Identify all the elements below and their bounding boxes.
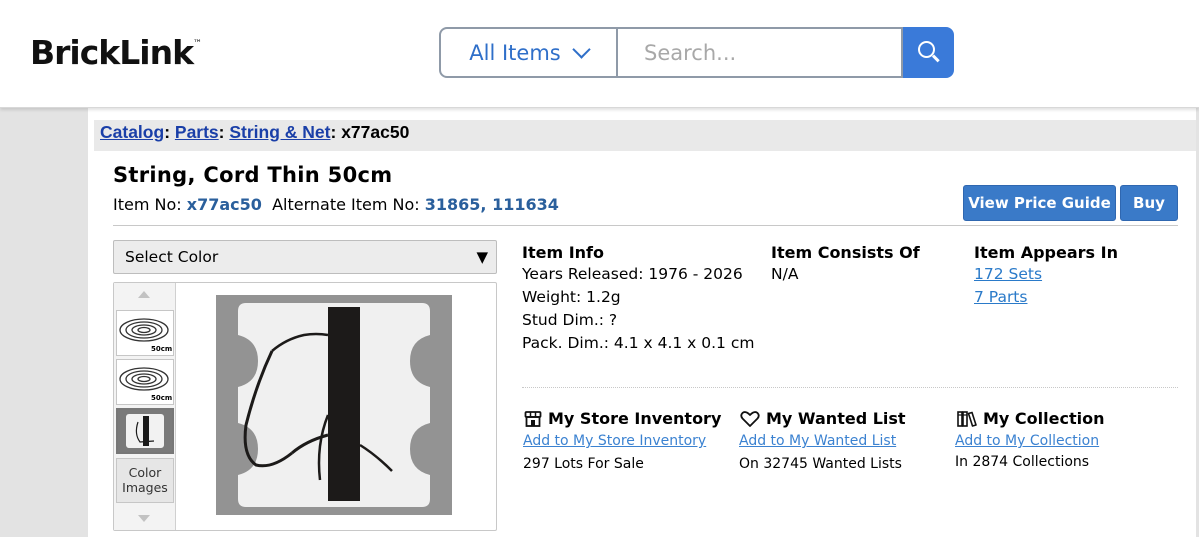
collection-heading: My Collection xyxy=(957,409,1104,428)
item-number-line: Item No: x77ac50 Alternate Item No: 3186… xyxy=(113,195,559,214)
coiled-string-icon: 50cm xyxy=(119,367,172,402)
item-no-label: Item No: xyxy=(113,195,182,214)
select-color-dropdown[interactable]: Select Color ▼ xyxy=(113,240,497,274)
collection-title: My Collection xyxy=(983,409,1105,428)
books-icon xyxy=(957,410,977,427)
thumbnail-2-caption: 50cm xyxy=(151,394,172,402)
add-to-collection-link[interactable]: Add to My Collection xyxy=(955,433,1099,449)
item-title: String, Cord Thin 50cm xyxy=(113,163,393,187)
search-input[interactable] xyxy=(618,27,903,78)
lots-for-sale: 297 Lots For Sale xyxy=(523,456,644,472)
store-inventory-title: My Store Inventory xyxy=(548,409,722,428)
alt-item-no-label: Alternate Item No: xyxy=(272,195,420,214)
divider xyxy=(113,225,1178,226)
alt-item-no-value[interactable]: 31865, 111634 xyxy=(425,195,559,214)
color-images-line1: Color xyxy=(128,465,162,480)
store-icon xyxy=(524,410,542,427)
bricklink-logo[interactable]: BrickLink™ xyxy=(30,33,202,72)
thumbnail-2[interactable]: 50cm xyxy=(116,359,174,405)
breadcrumb-parts-link[interactable]: Parts xyxy=(175,122,219,142)
pack-dimensions: Pack. Dim.: 4.1 x 4.1 x 0.1 cm xyxy=(522,334,755,352)
search-button[interactable] xyxy=(903,27,954,78)
breadcrumb: Catalog: Parts: String & Net: x77ac50 xyxy=(94,120,1196,151)
wanted-list-heading: My Wanted List xyxy=(740,409,906,428)
scroll-up-icon[interactable] xyxy=(138,291,150,298)
image-gallery: 50cm 50cm Color Images xyxy=(113,282,497,531)
search-icon-handle xyxy=(932,54,940,62)
logo-text: BrickLink xyxy=(30,33,194,72)
buy-button[interactable]: Buy xyxy=(1120,185,1178,221)
heart-icon xyxy=(740,410,760,427)
thumbnail-1[interactable]: 50cm xyxy=(116,310,174,356)
scroll-down-icon[interactable] xyxy=(138,515,150,522)
item-consists-of-value: N/A xyxy=(771,265,799,283)
breadcrumb-category-link[interactable]: String & Net xyxy=(229,122,330,142)
left-margin xyxy=(0,108,88,537)
thumbnail-1-caption: 50cm xyxy=(151,345,172,353)
item-no-value[interactable]: x77ac50 xyxy=(187,195,262,214)
coiled-string-icon: 50cm xyxy=(119,318,172,353)
item-main-image xyxy=(216,295,452,515)
add-to-wanted-list-link[interactable]: Add to My Wanted List xyxy=(739,433,896,449)
logo-trademark: ™ xyxy=(193,39,202,49)
search-bar: All Items xyxy=(439,27,954,78)
item-appears-in-list: 172 Sets 7 Parts xyxy=(974,263,1042,309)
category-dropdown[interactable]: All Items xyxy=(439,27,618,78)
select-color-label: Select Color xyxy=(125,248,219,266)
item-consists-of-heading: Item Consists Of xyxy=(771,243,920,262)
wanted-lists-count: On 32745 Wanted Lists xyxy=(739,456,902,472)
thumbnail-3-selected[interactable] xyxy=(116,408,174,454)
dropdown-arrow-icon: ▼ xyxy=(476,248,488,266)
thumbnail-strip: 50cm 50cm Color Images xyxy=(114,283,176,530)
view-price-guide-button[interactable]: View Price Guide xyxy=(963,185,1116,221)
chevron-down-icon xyxy=(572,40,591,59)
weight: Weight: 1.2g xyxy=(522,288,621,306)
item-appears-in-heading: Item Appears In xyxy=(974,243,1118,262)
item-info-heading: Item Info xyxy=(522,243,604,262)
parts-link[interactable]: 7 Parts xyxy=(974,288,1027,306)
divider-dotted xyxy=(522,387,1178,388)
category-label: All Items xyxy=(469,40,561,65)
years-released: Years Released: 1976 - 2026 xyxy=(522,265,743,283)
store-inventory-heading: My Store Inventory xyxy=(524,409,721,428)
add-to-store-inventory-link[interactable]: Add to My Store Inventory xyxy=(523,433,706,449)
site-header: BrickLink™ All Items xyxy=(0,0,1199,108)
stud-dimensions: Stud Dim.: ? xyxy=(522,311,618,329)
breadcrumb-current: x77ac50 xyxy=(341,122,410,142)
breadcrumb-catalog-link[interactable]: Catalog xyxy=(100,122,164,142)
string-card-thumbnail-icon xyxy=(118,410,172,452)
catalog-content: Catalog: Parts: String & Net: x77ac50 St… xyxy=(88,108,1196,537)
wanted-list-title: My Wanted List xyxy=(766,409,906,428)
item-info-list: Years Released: 1976 - 2026 Weight: 1.2g… xyxy=(522,263,754,355)
color-images-line2: Images xyxy=(122,480,168,495)
collections-count: In 2874 Collections xyxy=(955,454,1090,470)
sets-link[interactable]: 172 Sets xyxy=(974,265,1042,283)
color-images-button[interactable]: Color Images xyxy=(116,458,174,503)
